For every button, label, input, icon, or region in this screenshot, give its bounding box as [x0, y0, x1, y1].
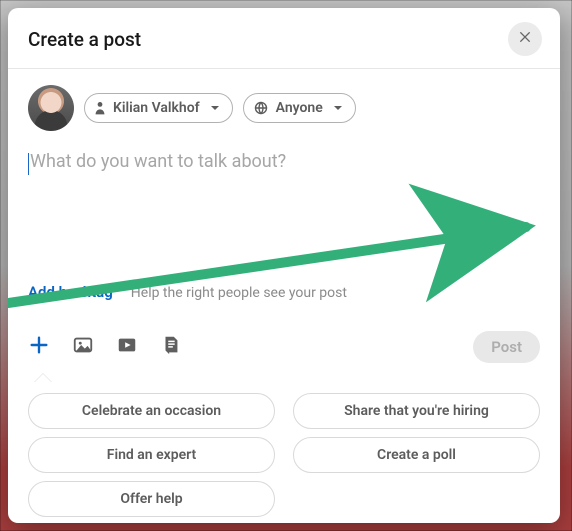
- avatar: [28, 85, 74, 131]
- suggestion-chip[interactable]: Share that you're hiring: [293, 393, 540, 429]
- action-row: Post: [28, 331, 540, 363]
- add-document-button[interactable]: [160, 336, 182, 358]
- author-name: Kilian Valkhof: [113, 100, 200, 116]
- post-textarea[interactable]: What do you want to talk about?: [28, 151, 540, 243]
- hashtag-hint: Help the right people see your post: [131, 285, 347, 301]
- caret-down-icon: [333, 103, 343, 113]
- video-icon: [116, 334, 138, 360]
- modal-title: Create a post: [28, 28, 141, 51]
- media-icons: [28, 336, 182, 358]
- suggestion-chip[interactable]: Create a poll: [293, 437, 540, 473]
- close-icon: [517, 29, 533, 49]
- suggestion-chip[interactable]: Find an expert: [28, 437, 275, 473]
- close-button[interactable]: [508, 22, 542, 56]
- suggestion-chip[interactable]: Celebrate an occasion: [28, 393, 275, 429]
- person-icon: [95, 101, 105, 115]
- text-caret: [28, 153, 29, 175]
- audience-select[interactable]: Anyone: [243, 93, 356, 123]
- audience-label: Anyone: [276, 100, 323, 116]
- suggestion-chip[interactable]: Offer help: [28, 481, 275, 517]
- create-post-modal: Create a post Kilian Valkhof: [8, 8, 560, 523]
- add-image-button[interactable]: [72, 336, 94, 358]
- modal-header: Create a post: [8, 8, 560, 69]
- add-hashtag-button[interactable]: Add hashtag: [28, 283, 113, 301]
- caret-down-icon: [210, 103, 220, 113]
- popover-pointer: [34, 374, 52, 383]
- document-icon: [160, 334, 182, 360]
- globe-icon: [254, 101, 268, 115]
- textarea-placeholder: What do you want to talk about?: [30, 151, 286, 172]
- author-select[interactable]: Kilian Valkhof: [84, 93, 233, 123]
- image-icon: [72, 334, 94, 360]
- author-row: Kilian Valkhof Anyone: [28, 85, 540, 131]
- add-video-button[interactable]: [116, 336, 138, 358]
- hashtag-row: Add hashtag Help the right people see yo…: [28, 283, 540, 301]
- suggestion-chips: Celebrate an occasion Share that you're …: [28, 382, 540, 523]
- modal-body: Kilian Valkhof Anyone What do you want t…: [8, 69, 560, 523]
- plus-icon: [28, 334, 50, 360]
- post-button[interactable]: Post: [473, 331, 540, 363]
- add-more-button[interactable]: [28, 336, 50, 358]
